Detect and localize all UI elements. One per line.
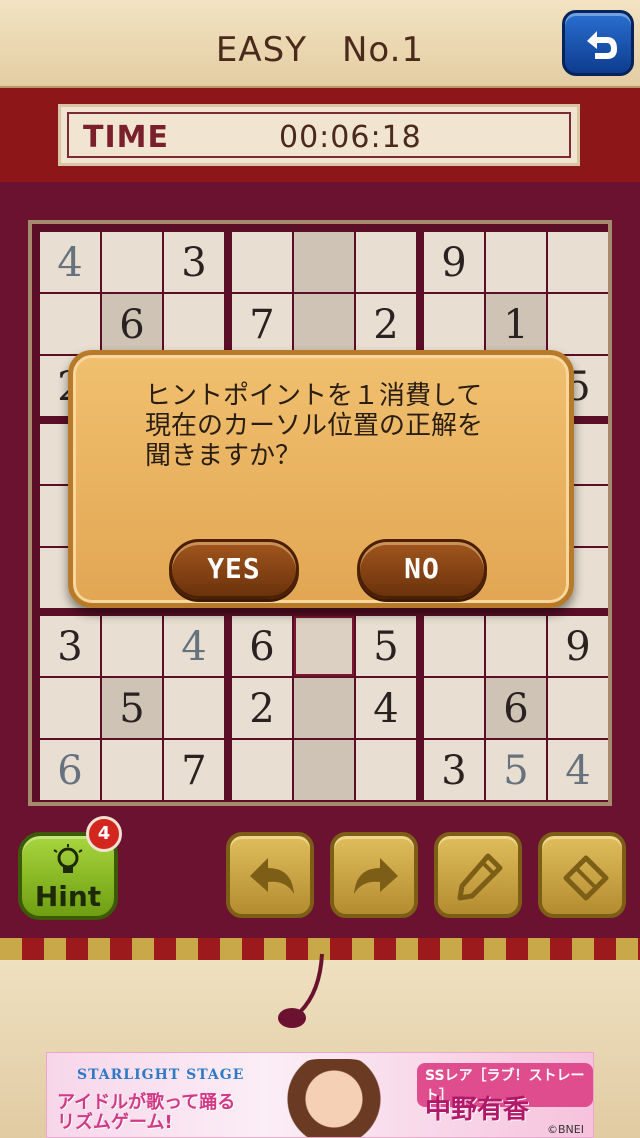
board-cell[interactable] [548,232,608,292]
board-cell[interactable] [164,678,224,738]
board-cell[interactable] [164,294,224,354]
redo-button[interactable] [330,832,418,918]
eraser-button[interactable] [538,832,626,918]
yes-button[interactable]: YES [169,539,299,599]
board-cell[interactable] [40,678,100,738]
board-cell[interactable]: 7 [164,740,224,800]
top-bar: EASY No.1 [0,0,640,88]
board-cell[interactable] [294,740,354,800]
board-cell[interactable] [486,232,546,292]
board-cell[interactable] [40,294,100,354]
ad-banner[interactable]: STARLIGHT STAGE アイドルが歌って踊る リズムゲーム! SSレア［… [46,1052,594,1138]
board-cell[interactable]: 1 [486,294,546,354]
board-cell[interactable]: 2 [356,294,416,354]
board-cell[interactable] [102,616,162,676]
board-cell[interactable]: 9 [424,232,484,292]
board-cell[interactable]: 2 [232,678,292,738]
board-cell[interactable] [102,740,162,800]
board-cell[interactable] [294,232,354,292]
undo-button[interactable] [226,832,314,918]
redo-arrow-icon [354,858,398,894]
board-cell[interactable] [548,678,608,738]
no-button[interactable]: NO [357,539,487,599]
pencil-icon [457,853,503,901]
board-cell[interactable]: 3 [424,740,484,800]
board-cell[interactable]: 4 [40,232,100,292]
board-cell[interactable]: 3 [164,232,224,292]
undo-arrow-icon [587,31,617,59]
board-cell[interactable]: 4 [356,678,416,738]
ad-logo: STARLIGHT STAGE [77,1067,245,1083]
ad-character-image [279,1059,389,1137]
board-cell[interactable] [424,294,484,354]
board-cell-selected[interactable] [294,616,354,676]
board-cell[interactable] [232,232,292,292]
puzzle-title: EASY No.1 [215,30,425,70]
board-cell[interactable] [102,232,162,292]
ad-copyright: ©BNEI [547,1123,584,1136]
board-cell[interactable]: 4 [164,616,224,676]
board-cell[interactable] [356,740,416,800]
board-cell[interactable]: 6 [232,616,292,676]
board-cell[interactable] [548,294,608,354]
board-cell[interactable]: 5 [102,678,162,738]
lightbulb-icon [53,844,83,873]
board-cell[interactable]: 6 [40,740,100,800]
board-cell[interactable] [486,616,546,676]
back-button[interactable] [562,10,634,76]
board-cell[interactable]: 7 [232,294,292,354]
board-cell[interactable]: 5 [356,616,416,676]
timer-value: 00:06:18 [279,120,422,155]
board-cell[interactable]: 3 [40,616,100,676]
hint-label: Hint [34,880,102,913]
note-ornament-icon [278,953,324,1028]
ad-tagline: アイドルが歌って踊る リズムゲーム! [57,1092,236,1133]
hint-count-badge: 4 [86,816,122,852]
board-cell[interactable]: 5 [486,740,546,800]
board-cell[interactable]: 9 [548,616,608,676]
timer-frame: TIME 00:06:18 [67,112,571,158]
eraser-icon [563,855,609,901]
ad-character-name: 中野有香 [425,1095,530,1125]
board-cell[interactable] [294,294,354,354]
board-cell[interactable] [294,678,354,738]
board-cell[interactable]: 6 [102,294,162,354]
board-cell[interactable]: 4 [548,740,608,800]
timer-label: TIME [83,120,169,155]
board-cell[interactable] [232,740,292,800]
timer-panel: TIME 00:06:18 [58,104,580,166]
hint-confirm-dialog: ヒントポイントを１消費して 現在のカーソル位置の正解を 聞きますか？ YES N… [68,350,574,608]
pencil-button[interactable] [434,832,522,918]
board-cell[interactable] [424,678,484,738]
board-cell[interactable]: 6 [486,678,546,738]
board-cell[interactable] [356,232,416,292]
board-cell[interactable] [424,616,484,676]
dialog-message: ヒントポイントを１消費して 現在のカーソル位置の正解を 聞きますか？ [145,381,484,471]
undo-arrow-icon [250,858,294,894]
